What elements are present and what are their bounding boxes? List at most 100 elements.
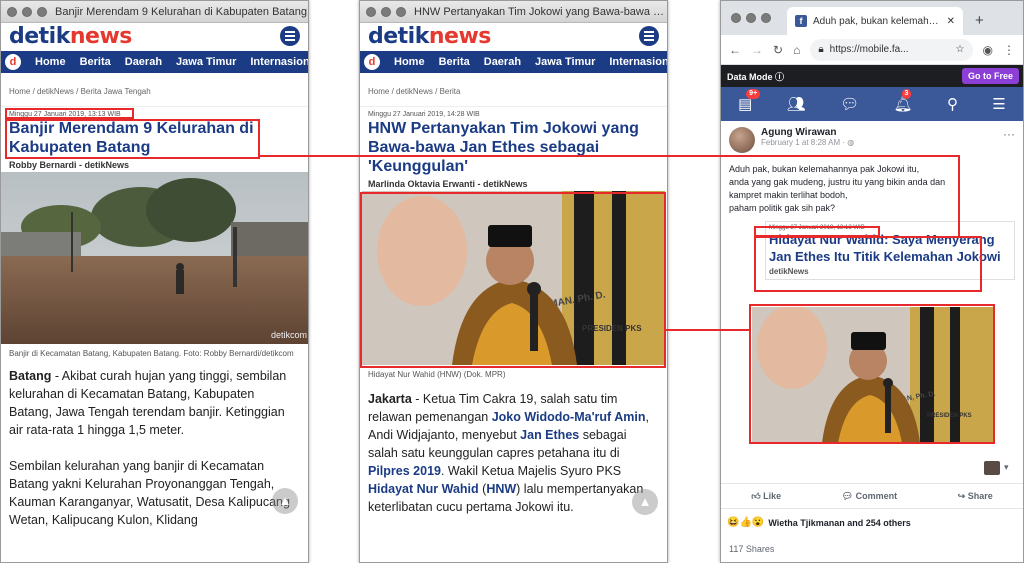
window-controls[interactable] xyxy=(731,13,771,23)
poster-text-title: PRESIDEN PKS xyxy=(582,324,642,333)
hnw-photo: MOH. SOHIBUL IMAN, Ph. D. PRESIDEN PKS xyxy=(362,191,665,365)
link-hidayat-nur-wahid[interactable]: Hidayat Nur Wahid xyxy=(368,482,479,496)
search-icon[interactable]: ⚲ xyxy=(947,95,958,113)
menu-icon[interactable] xyxy=(280,26,300,46)
notifications-icon[interactable]: 🔔︎ 3 xyxy=(894,89,913,113)
photo-watermark: detikcom xyxy=(271,330,307,340)
window-title: Banjir Merendam 9 Kelurahan di Kabupaten… xyxy=(55,5,307,18)
paragraph-1: Batang - Akibat curah hujan yang tinggi,… xyxy=(9,369,287,437)
nav-jawa-timur[interactable]: Jawa Timur xyxy=(176,56,236,68)
chrome-menu-icon[interactable]: ⋮ xyxy=(1003,43,1015,57)
photo-caption: Hidayat Nur Wahid (HNW) (Dok. MPR) xyxy=(368,370,506,379)
menu-icon[interactable]: ☰ xyxy=(992,95,1005,113)
card-source: detikNews xyxy=(769,267,809,276)
middle-title-bar: HNW Pertanyakan Tim Jokowi yang Bawa-baw… xyxy=(360,1,667,23)
globe-icon: ◍ xyxy=(847,138,855,147)
link-jan-ethes[interactable]: Jan Ethes xyxy=(520,428,579,442)
browser-tab[interactable]: f Aduh pak, bukan kelemahannya ✕ xyxy=(787,7,963,35)
data-mode-bar: Data Mode ⓘ Go to Free xyxy=(721,65,1023,87)
home-icon[interactable]: ⌂ xyxy=(793,43,800,57)
bookmark-star-icon[interactable]: ☆ xyxy=(956,44,965,55)
nav-daerah[interactable]: Daerah xyxy=(484,56,521,68)
flood-photo: detikcom xyxy=(1,172,308,344)
link-hnw[interactable]: HNW xyxy=(486,482,516,496)
extension-icon[interactable]: ◉ xyxy=(983,43,993,57)
main-nav: d Home Berita Daerah Jawa Timur Internas… xyxy=(1,51,308,73)
post-author[interactable]: Agung Wirawan xyxy=(761,127,854,138)
breadcrumb[interactable]: Home / detikNews / Berita Jawa Tengah xyxy=(1,73,308,107)
news-feed-icon[interactable]: ▤ 9+ xyxy=(738,89,761,113)
article-body: Jakarta - Ketua Tim Cakra 19, salah satu… xyxy=(360,384,667,520)
link-preview-card[interactable]: Minggu 27 Januari 2019, 13:13 WIB Hidaya… xyxy=(765,221,1015,280)
facebook-favicon-icon: f xyxy=(795,15,807,27)
url-input[interactable]: 🔒︎ https://mobile.fa... ☆ xyxy=(810,38,973,61)
nav-berita[interactable]: Berita xyxy=(439,56,470,68)
reactions-summary[interactable]: 😆👍😮 Wietha Tjikmanan and 254 others xyxy=(727,517,911,528)
article-byline: Robby Bernardi - detikNews xyxy=(9,160,130,170)
detiknews-logo[interactable]: detiknews xyxy=(368,24,491,49)
middle-browser-window: HNW Pertanyakan Tim Jokowi yang Bawa-baw… xyxy=(359,0,668,563)
address-bar-row: ← → ↻ ⌂ 🔒︎ https://mobile.fa... ☆ ◉ ⋮ xyxy=(721,35,1023,65)
post-text: Aduh pak, bukan kelemahannya pak Jokowi … xyxy=(729,164,946,213)
nav-home[interactable]: Home xyxy=(394,56,425,68)
like-button[interactable]: 👍︎ Like xyxy=(751,491,781,502)
window-controls[interactable] xyxy=(7,6,47,17)
nav-berita[interactable]: Berita xyxy=(80,56,111,68)
back-icon[interactable]: ← xyxy=(729,43,741,57)
paragraph-2: Sembilan kelurahan yang banjir di Kecama… xyxy=(9,459,290,527)
new-tab-icon[interactable]: + xyxy=(975,12,984,29)
lock-icon: 🔒︎ xyxy=(818,44,824,55)
nav-jawa-timur[interactable]: Jawa Timur xyxy=(535,56,595,68)
nav-internasional[interactable]: Internasional xyxy=(250,56,308,68)
link-joko-widodo-maruf-amin[interactable]: Joko Widodo-Ma'ruf Amin xyxy=(492,410,646,424)
flood-photo-illustration: detikcom xyxy=(1,172,308,344)
window-controls[interactable] xyxy=(366,6,406,17)
shares-count[interactable]: 117 Shares xyxy=(729,544,774,554)
reload-icon[interactable]: ↻ xyxy=(773,43,783,57)
post-options-icon[interactable]: ··· xyxy=(1003,127,1015,141)
detiknews-logo[interactable]: detiknews xyxy=(9,24,132,49)
close-tab-icon[interactable]: ✕ xyxy=(947,16,955,27)
comparison-stage: Banjir Merendam 9 Kelurahan di Kabupaten… xyxy=(0,0,1024,563)
scroll-up-icon[interactable]: ▲ xyxy=(272,488,298,514)
right-browser-window: f Aduh pak, bukan kelemahannya ✕ + ← → ↻… xyxy=(720,0,1024,563)
article-headline: HNW Pertanyakan Tim Jokowi yang Bawa-baw… xyxy=(368,120,639,175)
reaction-avatar-icon[interactable] xyxy=(984,461,1000,475)
main-nav: d Home Berita Daerah Jawa Timur Internas… xyxy=(360,51,667,73)
detik-header: detiknews xyxy=(1,23,308,49)
forward-icon[interactable]: → xyxy=(751,43,763,57)
messenger-icon[interactable]: 💬︎ xyxy=(840,95,859,113)
poster-text-title: PRESIDEN PKS xyxy=(927,413,972,419)
data-mode-label: Data Mode ⓘ xyxy=(727,71,785,82)
article-byline: Marlinda Oktavia Erwanti - detikNews xyxy=(368,179,528,189)
share-button[interactable]: ↪ Share xyxy=(958,491,993,502)
post-meta: February 1 at 8:28 AM · ◍ xyxy=(761,138,855,147)
card-title[interactable]: Hidayat Nur Wahid: Saya Menyerang Jan Et… xyxy=(769,231,1011,265)
scroll-up-icon[interactable]: ▲ xyxy=(632,489,658,515)
photo-caption: Banjir di Kecamatan Batang, Kabupaten Ba… xyxy=(9,349,294,358)
help-icon: ⓘ xyxy=(775,71,785,82)
detik-d-icon[interactable]: d xyxy=(364,54,380,70)
nav-internasional[interactable]: Internasional xyxy=(609,56,667,68)
article-date: Minggu 27 Januari 2019, 13:13 WIB xyxy=(9,111,121,118)
window-title: HNW Pertanyakan Tim Jokowi yang Bawa-baw… xyxy=(414,5,667,18)
link-pilpres-2019[interactable]: Pilpres 2019 xyxy=(368,464,441,478)
post-header: Agung Wirawan February 1 at 8:28 AM · ◍ … xyxy=(729,127,1015,153)
nav-home[interactable]: Home xyxy=(35,56,66,68)
breadcrumb[interactable]: Home / detikNews / Berita xyxy=(360,73,667,107)
facebook-post: Agung Wirawan February 1 at 8:28 AM · ◍ … xyxy=(721,121,1023,286)
card-photo-illustration: MOH. SOHIBUL IMAN, Ph. D. PRESIDEN PKS xyxy=(752,307,993,443)
friends-icon[interactable]: 👥︎ xyxy=(787,95,806,113)
nav-daerah[interactable]: Daerah xyxy=(125,56,162,68)
article-body: Batang - Akibat curah hujan yang tinggi,… xyxy=(1,363,308,533)
detik-d-icon[interactable]: d xyxy=(5,54,21,70)
menu-icon[interactable] xyxy=(639,26,659,46)
card-photo[interactable]: MOH. SOHIBUL IMAN, Ph. D. PRESIDEN PKS xyxy=(752,307,993,443)
chrome-tab-bar: f Aduh pak, bukan kelemahannya ✕ + xyxy=(721,1,1023,35)
go-to-free-button[interactable]: Go to Free xyxy=(961,68,1019,84)
hnw-photo-illustration: MOH. SOHIBUL IMAN, Ph. D. PRESIDEN PKS xyxy=(362,191,665,365)
avatar[interactable] xyxy=(729,127,755,153)
comment-button[interactable]: 💬︎ Comment xyxy=(842,491,897,502)
chevron-down-icon[interactable]: ▾ xyxy=(1004,462,1009,473)
article-date: Minggu 27 Januari 2019, 14:28 WIB xyxy=(368,111,480,118)
